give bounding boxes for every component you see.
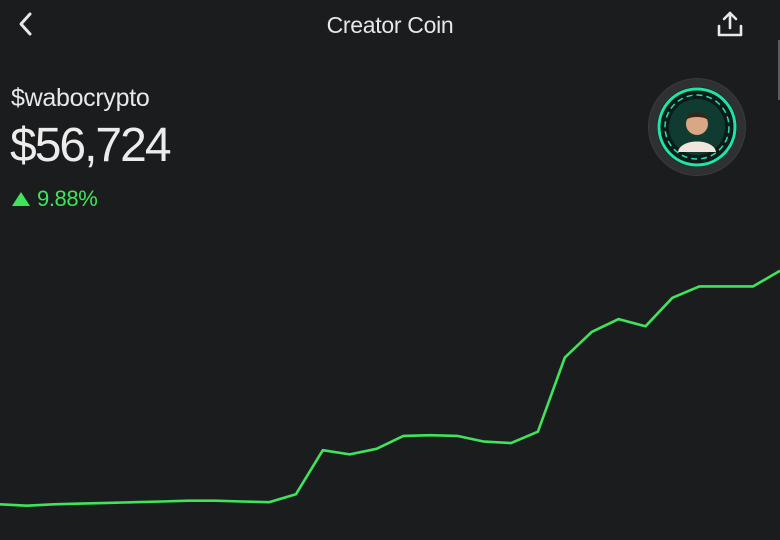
price-chart [0,269,780,508]
avatar-image [649,79,745,175]
price-series-line [0,269,780,508]
top-bar: Creator Coin [0,0,780,52]
page-title: Creator Coin [326,12,454,38]
coin-ticker: $wabocrypto [11,84,150,112]
price-change-value: 9.88% [37,186,98,211]
price-change: 9.88% [11,186,98,212]
share-upload-icon [717,11,743,37]
coin-price: $56,724 [10,119,172,172]
creator-avatar[interactable] [648,78,746,176]
triangle-up-icon [12,192,30,206]
share-button[interactable] [712,6,748,42]
